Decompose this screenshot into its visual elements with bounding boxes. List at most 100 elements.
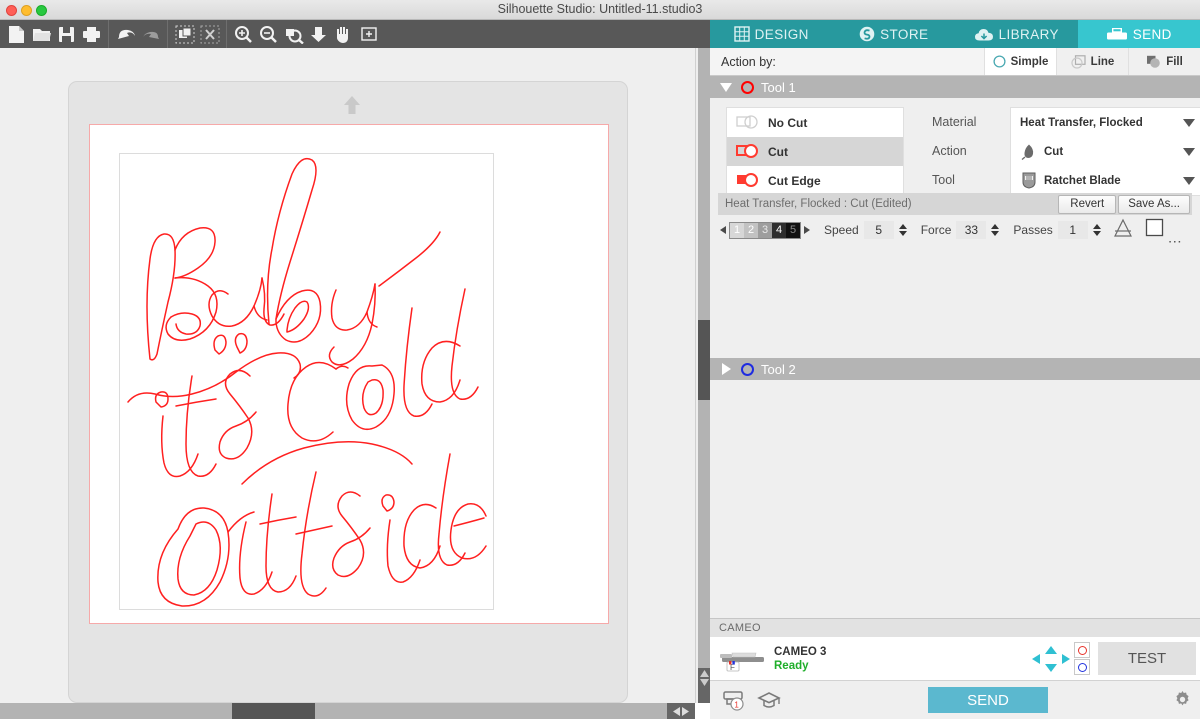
cut-area-border	[89, 124, 609, 624]
material-labels: Material Action Tool	[932, 107, 1004, 194]
tool1-header[interactable]: Tool 1	[710, 76, 1200, 98]
tab-store[interactable]: STORE	[832, 20, 955, 48]
tab-design[interactable]: DESIGN	[710, 20, 833, 48]
design-canvas-area[interactable]	[0, 48, 695, 703]
cut-mode-no-cut-label: No Cut	[768, 115, 808, 130]
tool-value: Ratchet Blade	[1044, 174, 1121, 187]
cut-mode-list: No Cut Cut Cut Edge	[726, 107, 904, 196]
scroll-left-arrow-icon	[673, 706, 680, 716]
print-queue-icon[interactable]: 1	[718, 688, 752, 712]
zoom-in-icon[interactable]	[231, 21, 256, 47]
pan-hand-icon[interactable]	[331, 21, 356, 47]
hscroll-stepper[interactable]	[667, 703, 695, 719]
tab-send[interactable]: SEND	[1077, 20, 1200, 48]
blade-depth-4[interactable]: 4	[772, 222, 786, 238]
print-queue-badge: 1	[734, 700, 739, 709]
action-mode-line[interactable]: Line	[1056, 48, 1128, 75]
circle-outline-icon	[993, 55, 1006, 68]
chevron-down-icon	[1183, 147, 1195, 156]
cut-mode-cut[interactable]: Cut	[727, 137, 903, 166]
scroll-up-arrow-icon	[700, 670, 709, 677]
zoom-out-icon[interactable]	[256, 21, 281, 47]
cut-edge-icon	[737, 173, 758, 187]
fit-to-page-icon[interactable]	[306, 21, 331, 47]
send-button[interactable]: SEND	[928, 687, 1048, 713]
device-name: CAMEO 3	[774, 645, 827, 658]
cut-mode-cut-label: Cut	[768, 144, 788, 159]
send-bottom-bar: 1 SEND	[710, 680, 1200, 719]
page-outline	[119, 153, 494, 610]
redo-icon[interactable]	[138, 21, 163, 47]
overcut-icon[interactable]	[1113, 218, 1133, 243]
cut-mode-no-cut[interactable]: No Cut	[727, 108, 903, 137]
graduation-cap-icon[interactable]	[752, 690, 786, 710]
action-mode-line-label: Line	[1090, 55, 1115, 68]
action-by-bar: Action by: Simple Line Fill	[710, 48, 1200, 76]
blade-depth-2[interactable]: 2	[744, 222, 758, 238]
overlapping-squares-icon	[1071, 54, 1086, 69]
toolbar-group-history	[108, 20, 167, 48]
chevron-down-icon	[720, 83, 732, 92]
store-icon	[859, 26, 875, 42]
tool2-led-blue[interactable]	[1074, 659, 1090, 675]
design-artwork[interactable]	[120, 154, 495, 611]
passes-input[interactable]	[1057, 221, 1088, 239]
force-stepper[interactable]	[991, 224, 1000, 236]
device-section-label: CAMEO	[719, 622, 761, 634]
action-mode-fill[interactable]: Fill	[1128, 48, 1200, 75]
material-value: Heat Transfer, Flocked	[1020, 116, 1143, 129]
new-document-icon[interactable]	[4, 21, 29, 47]
action-dropdown[interactable]: Cut	[1011, 137, 1200, 166]
cut-mode-cut-edge[interactable]: Cut Edge	[727, 166, 903, 195]
undo-icon[interactable]	[113, 21, 138, 47]
gear-icon[interactable]	[1173, 690, 1192, 714]
hscroll-thumb[interactable]	[232, 703, 315, 719]
force-input[interactable]	[956, 221, 987, 239]
tool-dropdown[interactable]: Ratchet Blade	[1011, 166, 1200, 195]
fit-window-icon[interactable]	[356, 21, 381, 47]
open-folder-icon[interactable]	[29, 21, 54, 47]
tool1-led-red[interactable]	[1074, 642, 1090, 658]
zoom-selection-icon[interactable]	[281, 21, 306, 47]
speed-input[interactable]	[863, 221, 894, 239]
blade-depth-3[interactable]: 3	[758, 222, 772, 238]
blade-depth-strip[interactable]: 1 2 3 4 5	[729, 221, 801, 239]
canvas-horizontal-scrollbar[interactable]	[0, 703, 695, 719]
speed-stepper[interactable]	[898, 224, 907, 236]
window-title: Silhouette Studio: Untitled-11.studio3	[497, 2, 703, 16]
cutter-icon	[1106, 27, 1127, 39]
print-icon[interactable]	[79, 21, 104, 47]
tab-library[interactable]: LIBRARY	[955, 20, 1078, 48]
blade-depth-5[interactable]: 5	[786, 222, 800, 238]
tool-led-group	[1074, 642, 1090, 675]
blade-depth-1[interactable]: 1	[730, 222, 744, 238]
speed-label: Speed	[824, 223, 859, 237]
more-options-icon[interactable]: ⋯	[1168, 234, 1182, 248]
passes-stepper[interactable]	[1092, 224, 1101, 236]
square-icon[interactable]	[1145, 218, 1164, 242]
send-panel: DESIGN STORE LIBRARY SEND Action by: Sim…	[710, 20, 1200, 719]
cut-icon	[736, 144, 758, 158]
material-dropdown[interactable]: Heat Transfer, Flocked	[1011, 108, 1200, 137]
save-as-button[interactable]: Save As...	[1118, 194, 1190, 214]
blade-depth-control[interactable]: 1 2 3 4 5	[720, 221, 810, 239]
mode-tab-bar: DESIGN STORE LIBRARY SEND	[710, 20, 1200, 48]
tool2-header[interactable]: Tool 2	[710, 358, 1200, 380]
save-icon[interactable]	[54, 21, 79, 47]
test-button[interactable]: TEST	[1098, 642, 1196, 675]
canvas-vertical-scrollbar[interactable]	[695, 48, 711, 703]
action-by-label: Action by:	[721, 54, 776, 69]
cloud-download-icon	[974, 28, 993, 40]
blade-depth-increase-icon[interactable]	[804, 226, 810, 234]
action-mode-simple[interactable]: Simple	[984, 48, 1056, 75]
blade-icon	[1021, 144, 1034, 160]
blade-depth-decrease-icon[interactable]	[720, 226, 726, 234]
ungroup-icon[interactable]	[197, 21, 222, 47]
device-section-header: CAMEO	[710, 618, 1200, 637]
revert-button[interactable]: Revert	[1058, 194, 1117, 214]
toolbar-group-file	[0, 20, 108, 48]
group-icon[interactable]	[172, 21, 197, 47]
mat-feed-arrow-icon	[341, 94, 363, 116]
force-group: Force	[921, 221, 1000, 239]
dpad-arrows-icon[interactable]	[1030, 645, 1072, 673]
